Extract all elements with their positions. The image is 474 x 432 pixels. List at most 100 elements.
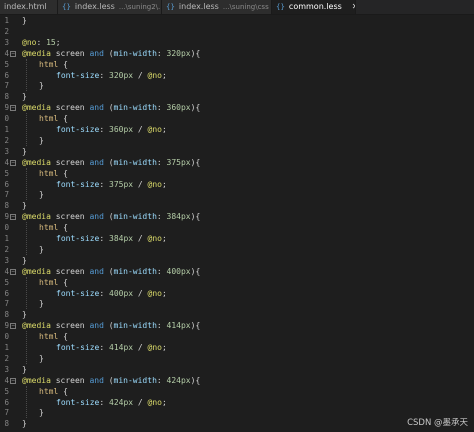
tab-label: common.less [288,2,342,11]
code-token: font-size [56,397,100,407]
code-token: screen [50,212,90,222]
code-token: : [99,288,109,298]
code-token: / [133,288,148,298]
code-token: @no [147,125,162,134]
code-token: { [58,277,68,287]
code-token: html [39,114,59,124]
code-token: } [22,201,27,211]
code-token: } [22,16,27,25]
code-token: } [39,299,44,309]
close-icon[interactable]: ✕ [352,2,355,11]
code-token: : [99,125,109,134]
code-token: @no [147,179,162,189]
code-token: ){ [190,48,201,58]
code-token: : [99,343,109,352]
code-token: } [39,135,44,145]
code-token: @no [147,343,162,352]
fold-toggle-icon[interactable]: − [10,323,16,330]
code-token: ; [162,234,167,243]
code-token: font-size [56,234,100,243]
code-token: screen [50,266,90,276]
code-token: 414px [109,343,134,352]
indent-guide [26,385,27,419]
tab-label: index.less [74,2,115,11]
code-token: and [89,321,104,331]
tab-1[interactable]: {} index.less ...\suning2\... [58,0,162,14]
code-editor[interactable]: 1} 2 3 @no: 15; 4− @media screen and (min-wid… [0,15,474,432]
fold-toggle-icon[interactable]: − [10,50,16,57]
code-token: } [22,364,27,374]
indent-guide [26,222,27,255]
code-token: ; [162,125,167,134]
code-token: @no [147,288,162,298]
code-token: : [156,48,167,58]
code-token: min-width [113,157,157,167]
fold-toggle-icon[interactable]: − [10,105,16,112]
code-token: } [22,310,27,320]
code-token: ( [103,48,114,58]
code-token: } [39,81,44,91]
code-token: and [89,157,104,167]
code-token: ( [103,266,114,276]
indent-guide [26,276,27,310]
code-token: } [22,92,27,102]
code-token: { [58,223,68,233]
code-token: screen [50,48,90,58]
code-token: and [89,48,104,58]
code-token: ; [162,343,167,352]
code-token: screen [50,103,90,113]
code-token: html [39,223,59,233]
code-token: min-width [113,266,157,276]
code-token: @no [22,37,37,47]
indent-guide [26,331,27,364]
code-token: min-width [113,103,157,113]
code-token: ; [162,70,167,80]
less-file-icon: {} [276,3,285,11]
code-token: : [99,179,109,189]
fold-toggle-icon[interactable]: − [10,377,16,384]
tab-3[interactable]: {}common.less ✕ [272,0,356,14]
code-token: ( [103,212,114,222]
fold-toggle-icon[interactable]: − [10,268,16,275]
tab-path: ...\suning2\... [118,3,162,11]
code-token: and [89,375,104,385]
code-token: html [39,59,59,69]
code-token: : [156,375,167,385]
code-token: ){ [190,375,201,385]
code-token: ( [103,103,114,113]
code-token: ; [162,179,167,189]
tab-2[interactable]: {} index.less ...\suning\css [162,0,272,14]
code-token: ( [103,375,114,385]
fold-toggle-icon[interactable]: − [10,159,16,166]
code-line: 8} [0,418,474,430]
code-token: { [58,59,68,69]
code-token: 15 [46,37,56,47]
code-token: @no [147,70,162,80]
code-token: min-width [113,375,157,385]
code-token: font-size [56,343,100,352]
code-token: ( [103,321,114,331]
code-token: 320px [166,48,191,58]
code-token: 424px [109,397,134,407]
code-token: ; [55,37,61,47]
code-token: 384px [166,212,191,222]
code-token: } [22,419,27,429]
code-token: ){ [190,266,201,276]
code-token: html [39,277,59,287]
code-token: : [156,321,167,331]
code-token: @media [22,321,51,331]
code-token: / [133,125,148,134]
code-token: : [156,103,167,113]
code-token: : [99,397,109,407]
code-token: { [58,386,68,396]
indent-guide [26,58,27,92]
tab-0[interactable]: index.html [0,0,58,14]
code-token: min-width [113,48,157,58]
code-token: and [89,266,104,276]
fold-toggle-icon[interactable]: − [10,214,16,221]
code-token: font-size [56,288,100,298]
code-token: : [156,157,167,167]
code-token: font-size [56,70,100,80]
code-token: 400px [166,266,191,276]
code-token: { [58,332,68,342]
